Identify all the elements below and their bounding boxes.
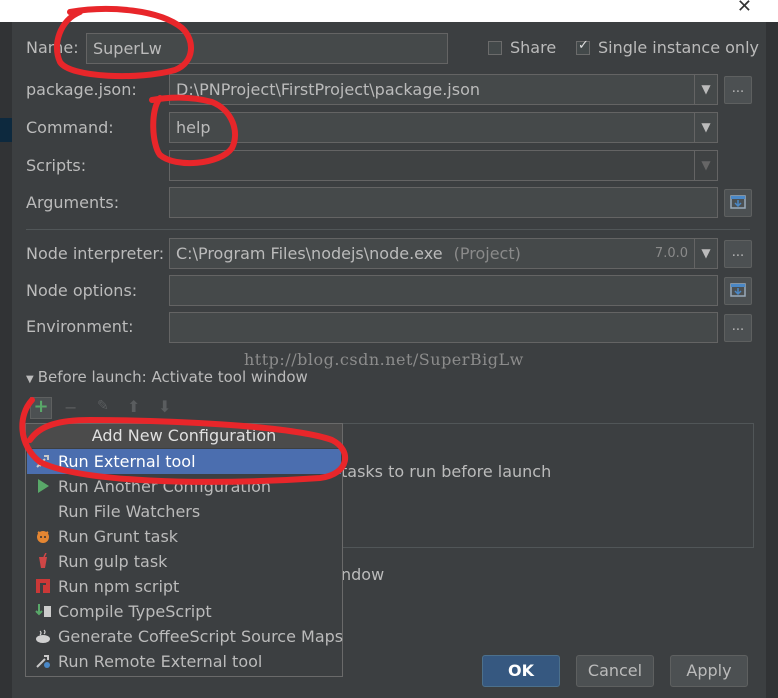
watermark: http://blog.csdn.net/SuperBigLw (244, 350, 524, 369)
arguments-input[interactable] (169, 187, 718, 218)
environment-input[interactable] (169, 312, 718, 343)
command-label: Command: (26, 118, 114, 137)
cancel-button[interactable]: Cancel (576, 655, 654, 687)
arguments-expand-button[interactable] (724, 189, 752, 217)
coffeescript-icon (36, 629, 50, 643)
name-input[interactable]: SuperLw (86, 33, 448, 64)
edit-task-icon[interactable]: ✎ (97, 398, 109, 414)
add-new-configuration-popup: Add New Configuration Run External tool … (25, 423, 343, 677)
menu-item-label: Run Another Configuration (58, 477, 272, 496)
apply-button[interactable]: Apply (670, 655, 748, 687)
menu-item-label: Run File Watchers (58, 502, 201, 521)
popup-title: Add New Configuration (26, 424, 342, 448)
command-combobox[interactable]: help (169, 112, 695, 143)
menu-item-label: Compile TypeScript (58, 602, 212, 621)
node-interpreter-hint: (Project) (453, 244, 521, 263)
before-launch-header-text: Before launch: Activate tool window (37, 368, 308, 386)
collapse-triangle-icon: ▼ (26, 374, 34, 385)
menu-item-label: Run Grunt task (58, 527, 179, 546)
command-dropdown-icon[interactable]: ▼ (694, 112, 718, 143)
external-tool-icon (36, 455, 49, 468)
close-icon[interactable]: ✕ (737, 0, 752, 17)
remote-tool-icon (36, 655, 50, 668)
single-instance-checkbox[interactable] (576, 38, 590, 55)
run-triangle-icon (38, 479, 49, 493)
empty-tasks-text: tasks to run before launch (341, 462, 552, 481)
add-task-button[interactable]: + (30, 397, 52, 419)
config-tree-selected-item[interactable] (0, 118, 12, 142)
node-interpreter-browse-button[interactable]: ... (724, 240, 752, 268)
menu-item-label: Run npm script (58, 577, 180, 596)
package-json-dropdown-icon[interactable]: ▼ (694, 74, 718, 105)
node-interpreter-path: C:\Program Files\nodejs\node.exe (176, 244, 443, 263)
expand-field-icon (730, 283, 746, 297)
move-up-icon[interactable]: ⬆ (127, 397, 140, 416)
node-options-label: Node options: (26, 281, 138, 300)
right-edge-strip (766, 22, 778, 698)
title-bar (0, 0, 778, 22)
typescript-icon (35, 604, 51, 617)
ok-button[interactable]: OK (482, 655, 560, 687)
package-json-browse-button[interactable]: ... (724, 76, 752, 104)
menu-item-label: Run External tool (58, 452, 196, 471)
arguments-label: Arguments: (26, 193, 120, 212)
menu-item-run-npm-script[interactable]: Run npm script (27, 574, 341, 599)
expand-field-icon (730, 195, 746, 209)
menu-item-run-gulp-task[interactable]: Run gulp task (27, 549, 341, 574)
single-instance-label: Single instance only (598, 38, 759, 57)
gulp-icon (39, 553, 47, 568)
move-down-icon[interactable]: ⬇ (158, 397, 171, 416)
npm-icon (36, 579, 50, 593)
node-version: 7.0.0 (654, 246, 688, 261)
grunt-icon (37, 531, 49, 543)
package-json-field[interactable]: D:\PNProject\FirstProject\package.json (169, 74, 695, 105)
node-interpreter-label: Node interpreter: (26, 244, 165, 263)
separator (26, 229, 750, 230)
node-interpreter-dropdown-icon[interactable]: ▼ (694, 238, 718, 269)
node-options-input[interactable] (169, 275, 718, 306)
scripts-combobox[interactable] (169, 150, 695, 181)
share-checkbox[interactable] (488, 41, 502, 55)
scripts-label: Scripts: (26, 156, 87, 175)
package-json-label: package.json: (26, 80, 137, 99)
menu-item-run-another-configuration[interactable]: Run Another Configuration (27, 474, 341, 499)
menu-item-run-remote-external-tool[interactable]: Run Remote External tool (27, 649, 341, 674)
menu-item-run-grunt-task[interactable]: Run Grunt task (27, 524, 341, 549)
menu-item-compile-typescript[interactable]: Compile TypeScript (27, 599, 341, 624)
environment-browse-button[interactable]: ... (724, 314, 752, 342)
name-label: Name: (26, 38, 79, 57)
share-label: Share (510, 38, 557, 57)
menu-item-run-file-watchers[interactable]: Run File Watchers (27, 499, 341, 524)
before-launch-header[interactable]: ▼ Before launch: Activate tool window (26, 368, 308, 386)
menu-item-label: Run gulp task (58, 552, 168, 571)
scripts-dropdown-icon[interactable]: ▼ (694, 150, 718, 181)
node-options-expand-button[interactable] (724, 277, 752, 305)
menu-item-label: Run Remote External tool (58, 652, 263, 671)
activate-tool-window-text: ndow (341, 565, 385, 584)
environment-label: Environment: (26, 317, 134, 336)
node-interpreter-combobox[interactable]: C:\Program Files\nodejs\node.exe (Projec… (169, 238, 695, 269)
menu-item-generate-coffeescript-source-maps[interactable]: Generate CoffeeScript Source Maps (27, 624, 344, 649)
menu-item-run-external-tool[interactable]: Run External tool (27, 449, 341, 474)
remove-task-icon[interactable]: − (64, 398, 77, 417)
menu-item-label: Generate CoffeeScript Source Maps (58, 627, 344, 646)
